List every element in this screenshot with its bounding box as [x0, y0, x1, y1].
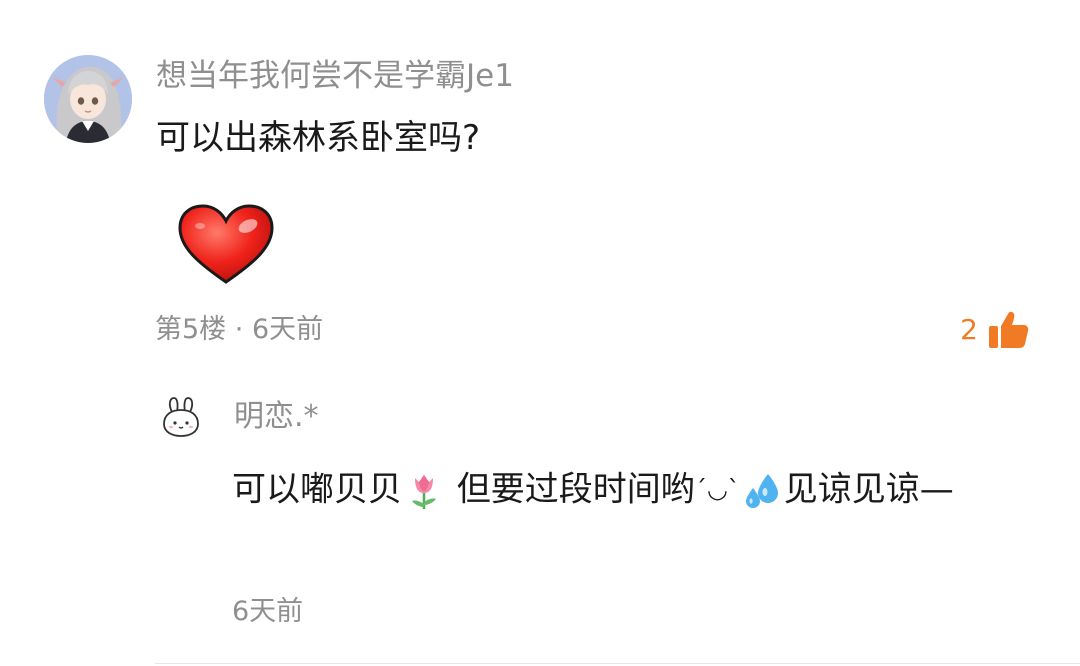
sweat-droplets-emoji-icon — [742, 470, 782, 510]
reply-text: 可以嘟贝贝 但要过段时间哟´◡` 见谅见谅— — [232, 456, 1032, 522]
thumbs-up-icon — [989, 311, 1029, 348]
user-avatar[interactable] — [44, 55, 132, 143]
comment-meta: 第5楼 · 6天前 — [155, 310, 323, 350]
divider — [155, 663, 1080, 664]
anime-girl-avatar-icon — [44, 55, 132, 143]
like-count: 2 — [960, 313, 978, 346]
comment-thread: 想当年我何尝不是学霸Je1 可以出森林系卧室吗? 第5楼 · 6天前 2 明恋.… — [0, 0, 1080, 666]
comment-time: 6天前 — [251, 314, 324, 345]
comment-text: 可以出森林系卧室吗? — [156, 118, 481, 158]
comment-username[interactable]: 想当年我何尝不是学霸Je1 — [156, 54, 514, 98]
reply-text-part2: 但要过段时间哟 — [446, 469, 695, 510]
floor-number: 第5楼 — [155, 314, 227, 345]
reply-username[interactable]: 明恋.* — [234, 396, 319, 438]
tulip-emoji-icon — [404, 470, 444, 510]
heart-sticker-icon — [176, 202, 276, 286]
bunny-avatar-icon — [158, 394, 204, 440]
like-button[interactable]: 2 — [960, 306, 1030, 354]
reply-time: 6天前 — [232, 596, 304, 627]
reply-avatar[interactable] — [158, 394, 204, 440]
reply-text-part1: 可以嘟贝贝 — [232, 469, 402, 510]
reply-emoticon: ´◡` — [694, 475, 740, 504]
meta-separator: · — [234, 314, 244, 345]
reply-text-part3: 见谅见谅— — [783, 469, 954, 510]
